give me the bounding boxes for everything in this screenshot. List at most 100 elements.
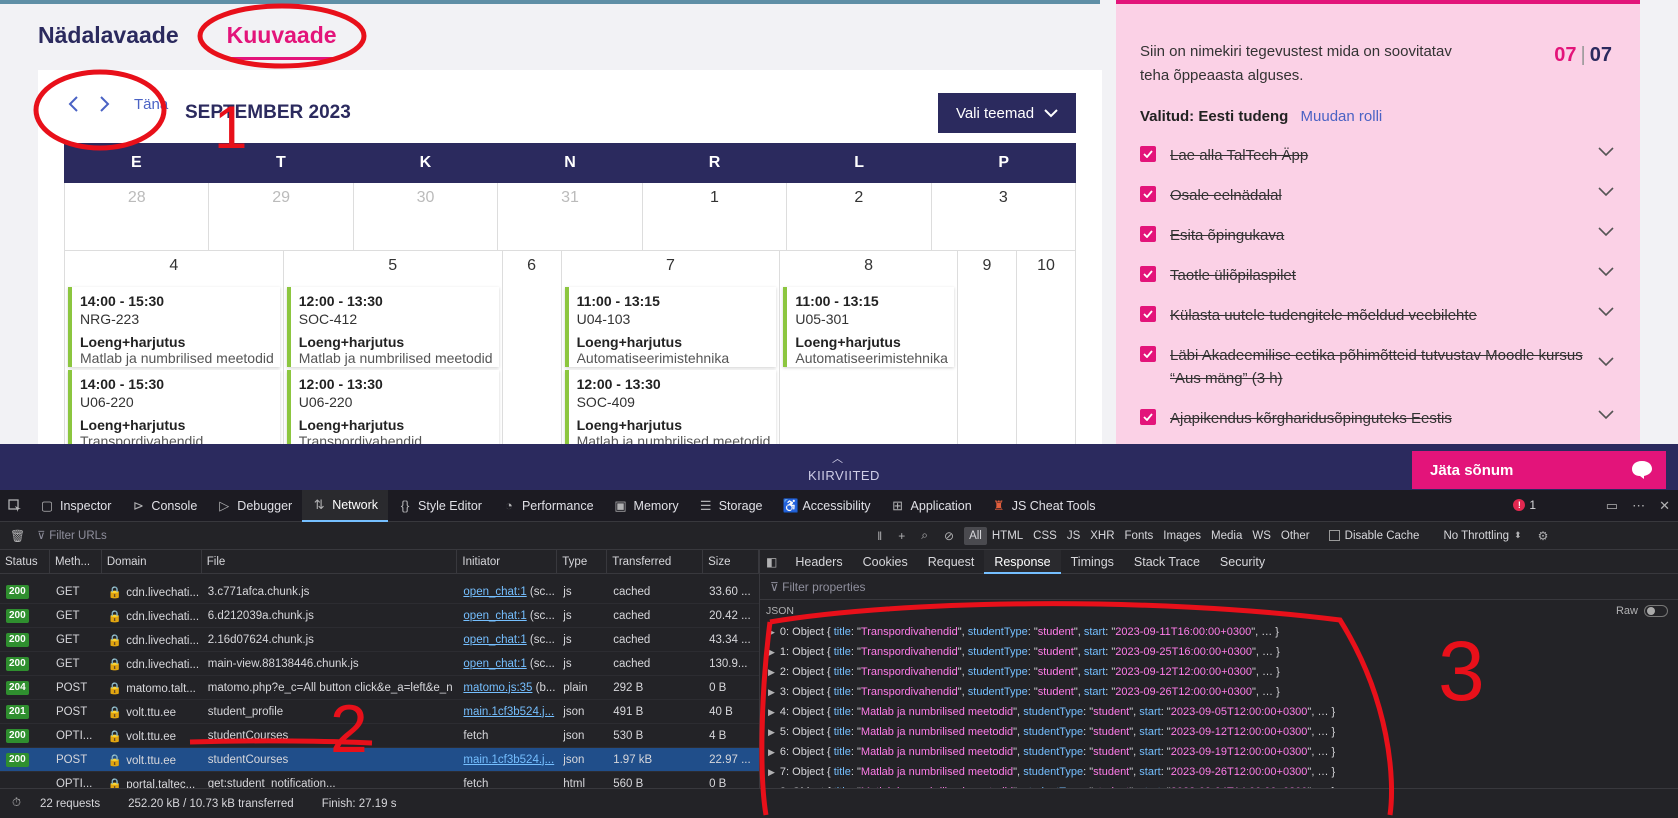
request-row[interactable]: 201 POST 🔒 volt.ttu.ee student_profile main.1… xyxy=(0,700,759,724)
event-card[interactable]: 12:00 - 13:30 SOC-412 Loeng+harjutus Mat… xyxy=(286,287,499,367)
day-cell[interactable]: 9 xyxy=(958,251,1017,444)
task-item[interactable]: Taotle üliõpilaspilet xyxy=(1140,264,1616,287)
filter-fonts[interactable]: Fonts xyxy=(1120,527,1159,545)
task-checkbox[interactable] xyxy=(1140,186,1156,202)
block-icon[interactable]: ⊘ xyxy=(944,529,954,543)
event-card[interactable]: 14:00 - 15:30 NRG-223 Loeng+harjutus Mat… xyxy=(68,287,280,367)
day-cell[interactable]: 31 xyxy=(498,183,643,251)
initiator-link[interactable]: matomo.js:35 xyxy=(463,682,532,694)
task-item[interactable]: Ajapikendus kõrgharidusõpinguteks Eestis xyxy=(1140,407,1616,430)
chevron-down-icon[interactable] xyxy=(1596,226,1616,238)
request-row[interactable]: 200 GET 🔒 cdn.livechati... 6.d212039a.chunk.… xyxy=(0,604,759,628)
tab-stack-trace[interactable]: Stack Trace xyxy=(1124,550,1210,574)
chevron-down-icon[interactable] xyxy=(1596,306,1616,318)
day-cell[interactable]: 4 14:00 - 15:30 NRG-223 Loeng+harjutus M… xyxy=(65,251,284,444)
trash-icon[interactable]: 🗑 xyxy=(0,529,31,543)
tab-storage[interactable]: ☰ Storage xyxy=(689,490,773,522)
tab-month-view[interactable]: Kuuvaade xyxy=(226,22,337,60)
column-header[interactable]: Initiator xyxy=(457,550,558,574)
column-header[interactable]: Domain xyxy=(102,550,202,574)
tab-inspector[interactable]: ▢ Inspector xyxy=(30,490,121,522)
chevron-down-icon[interactable] xyxy=(1596,266,1616,278)
initiator-link[interactable]: open_chat:1 xyxy=(463,610,526,622)
column-header[interactable]: Size xyxy=(703,550,759,574)
element-picker-button[interactable] xyxy=(0,490,30,522)
next-month-button[interactable] xyxy=(96,92,114,116)
chevron-down-icon[interactable] xyxy=(1596,146,1616,158)
task-checkbox[interactable] xyxy=(1140,409,1156,425)
day-cell[interactable]: 10 xyxy=(1017,251,1076,444)
task-checkbox[interactable] xyxy=(1140,226,1156,242)
tab-debugger[interactable]: ▷ Debugger xyxy=(207,490,302,522)
tab-application[interactable]: ⊞ Application xyxy=(881,490,982,522)
task-checkbox[interactable] xyxy=(1140,266,1156,282)
filter-media[interactable]: Media xyxy=(1206,527,1247,545)
filter-properties-input[interactable]: ⊽ Filter properties xyxy=(760,574,1678,600)
json-object-row[interactable]: ▶ 6: Object { title: "Matlab ja numbrilis… xyxy=(760,742,1678,762)
tab-week-view[interactable]: Nädalavaade xyxy=(38,22,179,60)
request-row[interactable]: 200 GET 🔒 cdn.livechati... 3.c771afca.chunk.… xyxy=(0,580,759,604)
plus-icon[interactable]: + xyxy=(898,529,905,543)
day-cell[interactable]: 3 xyxy=(931,183,1076,251)
task-item[interactable]: Külasta uutele tudengitele mõeldud veebi… xyxy=(1140,304,1616,327)
filter-html[interactable]: HTML xyxy=(987,527,1028,545)
request-row[interactable]: 204 POST 🔒 matomo.talt... matomo.php?e_c=All… xyxy=(0,676,759,700)
day-cell[interactable]: 7 11:00 - 13:15 U04-103 Loeng+harjutus A… xyxy=(562,251,781,444)
tab-request[interactable]: Request xyxy=(918,550,985,574)
day-cell[interactable]: 6 xyxy=(503,251,562,444)
task-checkbox[interactable] xyxy=(1140,306,1156,322)
raw-toggle[interactable]: Raw xyxy=(1616,605,1668,617)
event-card[interactable]: 11:00 - 13:15 U05-301 Loeng+harjutus Aut… xyxy=(783,287,954,367)
tab-console[interactable]: ⊳ Console xyxy=(121,490,207,522)
tab-accessibility[interactable]: ♿ Accessibility xyxy=(772,490,880,522)
task-item[interactable]: Osale eelnädalal xyxy=(1140,184,1616,207)
tab-response[interactable]: Response xyxy=(984,549,1061,574)
filter-js[interactable]: JS xyxy=(1062,527,1085,545)
day-cell[interactable]: 8 11:00 - 13:15 U05-301 Loeng+harjutus A… xyxy=(780,251,958,444)
column-header[interactable]: Status xyxy=(0,550,50,574)
column-header[interactable]: Type xyxy=(557,550,608,574)
event-card[interactable]: 12:00 - 13:30 SOC-409 Loeng+harjutus Mat… xyxy=(564,370,777,444)
day-cell[interactable]: 5 12:00 - 13:30 SOC-412 Loeng+harjutus M… xyxy=(284,251,503,444)
json-object-row[interactable]: ▶ 7: Object { title: "Matlab ja numbrilis… xyxy=(760,762,1678,782)
change-role-link[interactable]: Muudan rolli xyxy=(1301,108,1383,125)
filter-css[interactable]: CSS xyxy=(1028,527,1062,545)
responsive-mode-icon[interactable]: ▭ xyxy=(1606,498,1618,514)
column-header[interactable]: Transferred xyxy=(607,550,704,574)
day-cell[interactable]: 1 xyxy=(642,183,788,251)
day-cell[interactable]: 2 xyxy=(787,183,932,251)
json-object-row[interactable]: ▶ 3: Object { title: "Transpordivahendid"… xyxy=(760,682,1678,702)
initiator-link[interactable]: open_chat:1 xyxy=(463,634,526,646)
day-cell[interactable]: 28 xyxy=(65,183,210,251)
prev-month-button[interactable] xyxy=(64,92,82,116)
column-header[interactable]: Meth... xyxy=(50,550,102,574)
task-checkbox[interactable] xyxy=(1140,346,1156,362)
toggle-switch[interactable] xyxy=(1644,605,1668,617)
json-object-row[interactable]: ▶ 0: Object { title: "Transpordivahendid"… xyxy=(760,622,1678,642)
task-item[interactable]: Lae alla TalTech Äpp xyxy=(1140,144,1616,167)
column-header[interactable]: File xyxy=(202,550,458,574)
request-row[interactable]: 200 OPTI... 🔒 volt.ttu.ee studentCourses fetc… xyxy=(0,724,759,748)
filter-ws[interactable]: WS xyxy=(1247,527,1276,545)
sidebar-toggle-icon[interactable]: ◧ xyxy=(760,555,785,569)
initiator-link[interactable]: main.1cf3b524.j... xyxy=(463,706,554,718)
initiator-link[interactable]: main.1cf3b524.j... xyxy=(463,754,554,766)
chevron-down-icon[interactable] xyxy=(1596,409,1616,421)
json-object-row[interactable]: ▶ 2: Object { title: "Transpordivahendid"… xyxy=(760,662,1678,682)
chevron-down-icon[interactable] xyxy=(1596,356,1616,368)
event-card[interactable]: 11:00 - 13:15 U04-103 Loeng+harjutus Aut… xyxy=(564,287,777,367)
tab-cookies[interactable]: Cookies xyxy=(853,550,918,574)
close-icon[interactable]: ✕ xyxy=(1659,498,1670,514)
tab-security[interactable]: Security xyxy=(1210,550,1275,574)
filter-other[interactable]: Other xyxy=(1276,527,1315,545)
settings-gear-icon[interactable]: ⚙ xyxy=(1538,529,1549,543)
tab-js-cheat-tools[interactable]: ♜ JS Cheat Tools xyxy=(982,490,1106,522)
tab-network[interactable]: ⇅ Network xyxy=(302,489,389,522)
request-row[interactable]: 200 GET 🔒 cdn.livechati... 2.16d07624.chunk.… xyxy=(0,628,759,652)
event-card[interactable]: 14:00 - 15:30 U06-220 Loeng+harjutus Tra… xyxy=(68,370,280,444)
search-icon[interactable]: ⌕ xyxy=(921,528,928,543)
leave-message-button[interactable]: Jäta sõnum xyxy=(1412,451,1666,489)
tab-timings[interactable]: Timings xyxy=(1061,550,1124,574)
tab-style-editor[interactable]: {} Style Editor xyxy=(388,490,492,522)
json-object-row[interactable]: ▶ 4: Object { title: "Matlab ja numbrilis… xyxy=(760,702,1678,722)
